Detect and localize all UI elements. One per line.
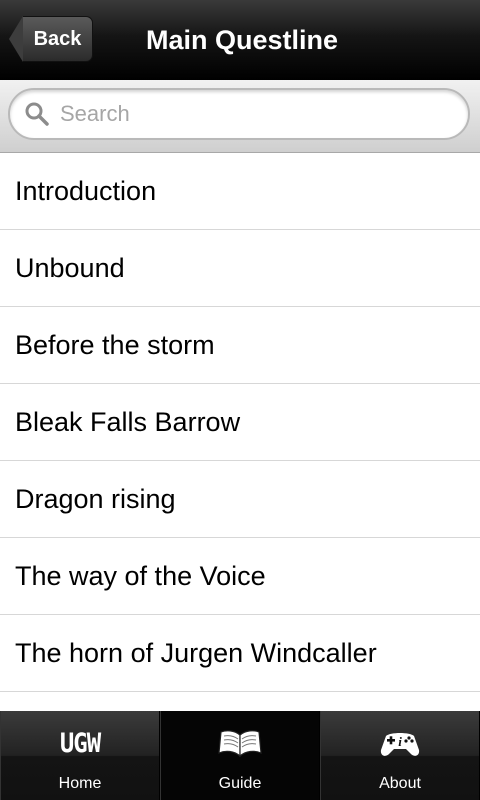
tab-guide-label: Guide [218,775,262,792]
tab-home-label: Home [58,775,102,792]
search-field[interactable] [8,88,470,140]
tab-about-label: About [379,775,421,792]
list-item[interactable] [0,692,480,711]
search-icon [25,102,49,126]
tab-bar: UGW Home Guide i About [0,711,480,800]
ugw-logo-text: UGW [59,727,101,759]
gamepad-info-icon: i [378,725,422,761]
book-icon [218,725,262,761]
list-item[interactable]: Dragon rising [0,461,480,538]
tab-about[interactable]: i About [320,711,480,800]
list-item[interactable]: Unbound [0,230,480,307]
list-item[interactable]: Before the storm [0,307,480,384]
list-item[interactable]: Introduction [0,153,480,230]
ugw-logo-icon: UGW [59,725,101,761]
search-input[interactable] [58,100,442,128]
list-item[interactable]: The horn of Jurgen Windcaller [0,615,480,692]
svg-text:i: i [398,734,402,749]
page-title: Main Questline [145,24,339,55]
tab-home[interactable]: UGW Home [0,711,160,800]
quest-list: Introduction Unbound Before the storm Bl… [0,153,480,711]
search-bar [0,80,480,153]
list-item[interactable]: Bleak Falls Barrow [0,384,480,461]
navigation-bar: Back Main Questline [0,0,480,81]
tab-guide[interactable]: Guide [160,711,320,800]
list-item[interactable]: The way of the Voice [0,538,480,615]
